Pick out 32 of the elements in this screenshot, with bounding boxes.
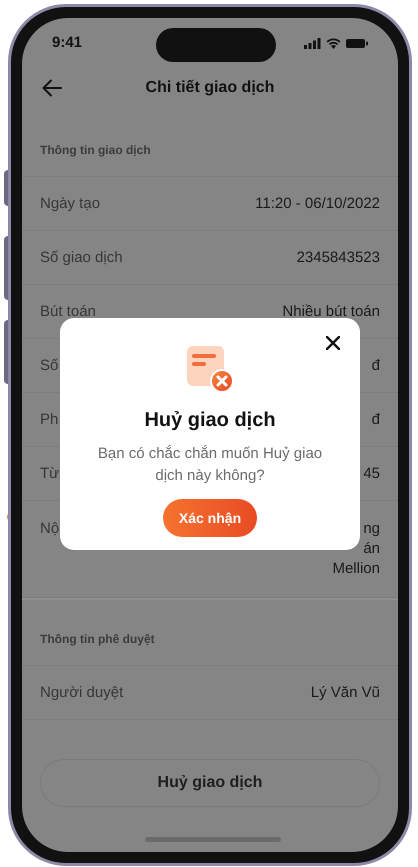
field-label: Số giao dịch [40, 248, 123, 268]
document-cancel-icon [186, 345, 234, 393]
section-title: Thông tin giao dịch [40, 142, 151, 158]
field-value: Mellion [332, 559, 380, 579]
field-label: Nộ [40, 519, 60, 539]
field-value: đ [372, 356, 380, 376]
back-arrow-icon [42, 79, 62, 97]
cancel-transaction-button[interactable]: Huỷ giao dịch [40, 759, 380, 807]
screen-title: Chi tiết giao dịch [146, 78, 274, 98]
field-label: Số [40, 356, 58, 376]
field-value: 2345843523 [296, 248, 380, 268]
field-value: án [363, 539, 380, 559]
close-icon [326, 336, 340, 350]
section-title: Thông tin phê duyệt [40, 630, 155, 648]
status-time: 9:41 [52, 32, 82, 53]
confirm-button[interactable]: Xác nhận [162, 499, 258, 537]
field-label: Ph [40, 410, 58, 430]
wifi-icon [326, 38, 341, 48]
field-value: 11:20 - 06/10/2022 [255, 194, 380, 214]
field-label: Bút toán [40, 302, 96, 322]
signal-icon [304, 38, 321, 48]
field-label: Ngày tạo [40, 194, 100, 214]
field-value: 45 [363, 464, 380, 484]
field-value: ng [363, 519, 380, 539]
battery-icon [346, 38, 368, 48]
dialog-message: Bạn có chắc chắn muốn Huỷ giao dịch này không? [96, 444, 324, 486]
field-value: đ [372, 410, 380, 430]
field-label: Từ [40, 464, 60, 484]
dialog-title: Huỷ giao dịch [144, 408, 276, 433]
field-value: Nhiều bút toán [282, 302, 380, 322]
field-label: Người duyệt [40, 682, 124, 702]
field-value: Lý Văn Vũ [310, 682, 380, 702]
